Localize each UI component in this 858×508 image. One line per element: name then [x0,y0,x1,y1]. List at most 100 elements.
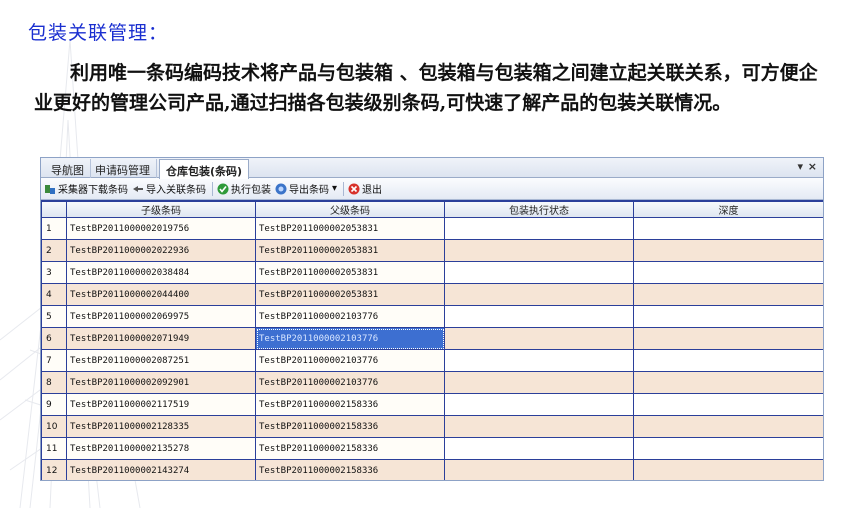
table-row[interactable]: 6 TestBP2011000002071949 TestBP20110000021… [41,327,823,350]
tab-warehouse-packaging[interactable]: 仓库包装(条码) [159,159,250,179]
depth-cell[interactable] [633,393,823,416]
import-associated-codes-button[interactable]: 导入关联条码 [132,181,206,196]
child-code-cell[interactable]: TestBP2011000002038484 [66,261,256,284]
child-code-cell[interactable]: TestBP2011000002022936 [66,239,256,262]
table-row[interactable]: 10 TestBP2011000002128335 TestBP2011000002… [41,415,823,438]
table-row[interactable]: 8 TestBP2011000002092901 TestBP20110000021… [41,371,823,394]
row-number-cell[interactable]: 8 [41,371,67,394]
grid-header-row: 子级条码 父级条码 包装执行状态 深度 [41,200,823,218]
toolbar-separator [212,181,213,196]
row-number-cell[interactable]: 7 [41,349,67,372]
child-code-cell[interactable]: TestBP2011000002069975 [66,305,256,328]
slide-paragraph: 利用唯一条码编码技术将产品与包装箱 、包装箱与包装箱之间建立起关联关系，可方便企… [34,62,818,114]
execution-status-cell[interactable] [444,261,634,284]
parent-code-cell[interactable]: TestBP2011000002053831 [255,217,445,240]
child-code-cell[interactable]: TestBP2011000002117519 [66,393,256,416]
tab-navigation-map[interactable]: 导航图 [45,159,91,178]
depth-cell[interactable] [633,327,823,350]
export-label: 导出条码 [289,185,329,196]
execution-status-cell[interactable] [444,283,634,306]
execution-status-cell[interactable] [444,437,634,460]
execution-status-cell[interactable] [444,217,634,240]
parent-code-cell[interactable]: TestBP2011000002158336 [255,437,445,460]
row-number-cell[interactable]: 4 [41,283,67,306]
depth-cell[interactable] [633,283,823,306]
row-number-cell[interactable]: 10 [41,415,67,438]
child-code-cell[interactable]: TestBP2011000002135278 [66,437,256,460]
row-number-cell[interactable]: 5 [41,305,67,328]
export-icon [275,183,287,194]
execution-status-cell[interactable] [444,239,634,262]
child-code-cell[interactable]: TestBP2011000002128335 [66,415,256,438]
row-number-cell[interactable]: 6 [41,327,67,350]
depth-cell[interactable] [633,371,823,394]
table-row[interactable]: 3 TestBP2011000002038484 TestBP20110000020… [41,261,823,284]
depth-cell[interactable] [633,305,823,328]
child-code-cell[interactable]: TestBP2011000002071949 [66,327,256,350]
execution-status-cell[interactable] [444,349,634,372]
parent-code-cell[interactable]: TestBP2011000002158336 [255,459,445,480]
table-row[interactable]: 2 TestBP2011000002022936 TestBP20110000020… [41,239,823,262]
parent-code-cell[interactable]: TestBP2011000002103776 [255,305,445,328]
row-number-cell[interactable]: 12 [41,459,67,480]
execution-status-cell[interactable] [444,393,634,416]
export-dropdown-icon[interactable]: ▾ [332,183,337,194]
depth-cell[interactable] [633,459,823,480]
execution-status-cell[interactable] [444,415,634,438]
download-label: 采集器下载条码 [58,185,128,196]
child-code-cell[interactable]: TestBP2011000002143274 [66,459,256,480]
depth-cell[interactable] [633,415,823,438]
execute-packaging-button[interactable]: 执行包装 [217,181,271,196]
execute-check-icon [217,183,229,194]
export-codes-button[interactable]: 导出条码 ▾ [275,181,337,196]
grid-corner [41,200,67,218]
execution-status-cell[interactable] [444,459,634,480]
parent-code-cell[interactable]: TestBP2011000002053831 [255,261,445,284]
row-number-cell[interactable]: 9 [41,393,67,416]
row-number-cell[interactable]: 2 [41,239,67,262]
tab-code-request-management[interactable]: 申请码管理 [89,159,157,178]
import-label: 导入关联条码 [146,185,206,196]
execution-status-cell[interactable] [444,305,634,328]
child-code-cell[interactable]: TestBP2011000002019756 [66,217,256,240]
table-row[interactable]: 4 TestBP2011000002044400 TestBP20110000020… [41,283,823,306]
child-code-cell[interactable]: TestBP2011000002087251 [66,349,256,372]
row-number-cell[interactable]: 11 [41,437,67,460]
parent-code-cell[interactable]: TestBP2011000002103776 [255,349,445,372]
exit-label: 退出 [362,185,383,196]
parent-code-cell[interactable]: TestBP2011000002103776 [255,327,445,350]
child-code-cell[interactable]: TestBP2011000002092901 [66,371,256,394]
exit-button[interactable]: 退出 [348,181,382,196]
column-header-depth[interactable]: 深度 [633,200,823,218]
close-tab-icon[interactable]: × [808,160,817,173]
packaging-grid: 子级条码 父级条码 包装执行状态 深度 1 TestBP2011000002019… [41,200,823,480]
table-row[interactable]: 11 TestBP2011000002135278 TestBP2011000002… [41,437,823,460]
parent-code-cell[interactable]: TestBP2011000002053831 [255,283,445,306]
table-row[interactable]: 9 TestBP2011000002117519 TestBP20110000021… [41,393,823,416]
parent-code-cell[interactable]: TestBP2011000002053831 [255,239,445,262]
parent-code-cell[interactable]: TestBP2011000002158336 [255,393,445,416]
exit-icon [348,183,360,194]
child-code-cell[interactable]: TestBP2011000002044400 [66,283,256,306]
execution-status-cell[interactable] [444,327,634,350]
column-header-parent-code[interactable]: 父级条码 [255,200,445,218]
execution-status-cell[interactable] [444,371,634,394]
row-number-cell[interactable]: 1 [41,217,67,240]
row-number-cell[interactable]: 3 [41,261,67,284]
depth-cell[interactable] [633,239,823,262]
depth-cell[interactable] [633,261,823,284]
table-row[interactable]: 1 TestBP2011000002019756 TestBP20110000020… [41,217,823,240]
toolbar: 采集器下载条码 导入关联条码 执行包装 导出条码 ▾ 退出 [41,178,823,200]
table-row[interactable]: 5 TestBP2011000002069975 TestBP20110000021… [41,305,823,328]
depth-cell[interactable] [633,437,823,460]
download-from-collector-button[interactable]: 采集器下载条码 [44,181,128,196]
parent-code-cell[interactable]: TestBP2011000002158336 [255,415,445,438]
parent-code-cell[interactable]: TestBP2011000002103776 [255,371,445,394]
depth-cell[interactable] [633,217,823,240]
tab-list-dropdown-icon[interactable]: ▾ [797,160,803,173]
column-header-execution-status[interactable]: 包装执行状态 [444,200,634,218]
depth-cell[interactable] [633,349,823,372]
column-header-child-code[interactable]: 子级条码 [66,200,256,218]
table-row[interactable]: 7 TestBP2011000002087251 TestBP20110000021… [41,349,823,372]
table-row[interactable]: 12 TestBP2011000002143274 TestBP2011000002… [41,459,823,480]
